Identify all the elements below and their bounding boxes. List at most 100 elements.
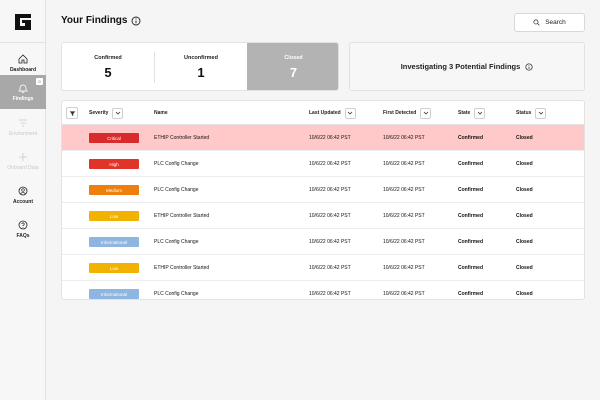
search-label: Search	[545, 19, 566, 26]
cell-name: PLC Config Change	[154, 291, 199, 297]
cell-first-detected: 10/6/22 06:42 PST	[383, 161, 425, 167]
column-label: First Detected	[383, 110, 417, 116]
cell-name: PLC Config Change	[154, 239, 199, 245]
chevron-down-icon	[538, 111, 544, 115]
sidebar-item-label: FAQs	[16, 232, 30, 239]
column-header-status: Status	[516, 101, 547, 125]
search-icon	[533, 19, 540, 26]
cell-first-detected: 10/6/22 06:42 PST	[383, 239, 425, 245]
sidebar-item-faqs[interactable]: FAQs	[0, 212, 46, 246]
page-title: Your Findings	[61, 15, 128, 26]
column-label: Last Updated	[309, 110, 341, 116]
cell-state: Confirmed	[458, 239, 483, 245]
investigating-text: Investigating 3 Potential Findings	[400, 62, 521, 71]
column-header-name: Name	[154, 101, 168, 125]
severity-badge: Informational	[89, 237, 139, 247]
chevron-down-icon	[477, 111, 483, 115]
stat-closed[interactable]: Closed 7	[247, 43, 338, 90]
logo-icon[interactable]	[13, 12, 33, 32]
column-header-severity: Severity	[89, 101, 124, 125]
bell-icon	[18, 84, 28, 93]
cell-last-updated: 10/6/22 06:42 PST	[309, 291, 351, 297]
cell-last-updated: 10/6/22 06:42 PST	[309, 213, 351, 219]
table-row[interactable]: Critical ETHIP Controller Started 10/6/2…	[62, 125, 584, 151]
stat-value: 5	[104, 65, 112, 80]
column-label: Name	[154, 110, 168, 116]
filter-icon	[19, 119, 27, 126]
cell-state: Confirmed	[458, 291, 483, 297]
home-icon	[18, 53, 28, 63]
cell-status: Closed	[516, 187, 533, 193]
cell-name: PLC Config Change	[154, 161, 199, 167]
cell-name: ETHIP Controller Started	[154, 265, 210, 271]
table-row[interactable]: Informational PLC Config Change 10/6/22 …	[62, 229, 584, 255]
cell-first-detected: 10/6/22 06:42 PST	[383, 265, 425, 271]
cell-status: Closed	[516, 161, 533, 167]
sort-button[interactable]	[344, 107, 356, 119]
column-header-first-detected: First Detected	[383, 101, 432, 125]
sidebar-item-account[interactable]: Account	[0, 178, 46, 212]
sidebar-item-onboard-data[interactable]: Onboard Data	[0, 144, 46, 178]
column-header-last-updated: Last Updated	[309, 101, 356, 125]
stat-confirmed[interactable]: Confirmed 5	[62, 43, 154, 90]
stat-label: Unconfirmed	[184, 55, 218, 61]
help-icon	[18, 220, 28, 229]
search-button[interactable]: Search	[514, 13, 585, 32]
table-filter-button[interactable]	[66, 107, 78, 119]
stat-value: 1	[197, 65, 205, 80]
stat-label: Closed	[284, 55, 303, 61]
chevron-down-icon	[115, 111, 121, 115]
filter-icon	[69, 110, 75, 116]
cell-last-updated: 10/6/22 06:42 PST	[309, 239, 351, 245]
cell-status: Closed	[516, 135, 533, 141]
severity-badge: High	[89, 159, 139, 169]
table-row[interactable]: High PLC Config Change 10/6/22 06:42 PST…	[62, 151, 584, 177]
severity-badge: Critical	[89, 133, 139, 143]
table-row[interactable]: Low ETHIP Controller Started 10/6/22 06:…	[62, 203, 584, 229]
cell-first-detected: 10/6/22 06:42 PST	[383, 291, 425, 297]
column-header-state: State	[458, 101, 486, 125]
table-row[interactable]: Informational PLC Config Change 10/6/22 …	[62, 281, 584, 299]
cell-state: Confirmed	[458, 213, 483, 219]
sidebar: Dashboard 0 Findings Environment Onboard…	[0, 0, 46, 400]
info-icon[interactable]	[131, 16, 141, 26]
info-icon[interactable]	[525, 62, 533, 71]
sidebar-item-environment[interactable]: Environment	[0, 110, 46, 144]
cell-last-updated: 10/6/22 06:42 PST	[309, 161, 351, 167]
table-row[interactable]: Low ETHIP Controller Started 10/6/22 06:…	[62, 255, 584, 281]
cell-name: ETHIP Controller Started	[154, 135, 210, 141]
severity-badge: Medium	[89, 185, 139, 195]
cell-state: Confirmed	[458, 265, 483, 271]
cell-status: Closed	[516, 291, 533, 297]
cell-state: Confirmed	[458, 161, 483, 167]
sort-button[interactable]	[420, 107, 432, 119]
sort-button[interactable]	[474, 107, 486, 119]
sidebar-item-label: Account	[13, 198, 33, 205]
cell-state: Confirmed	[458, 187, 483, 193]
severity-badge: Informational	[89, 289, 139, 299]
stat-unconfirmed[interactable]: Unconfirmed 1	[155, 43, 247, 90]
sidebar-item-label: Findings	[12, 95, 34, 102]
cell-last-updated: 10/6/22 06:42 PST	[309, 265, 351, 271]
cell-state: Confirmed	[458, 135, 483, 141]
table-row[interactable]: Medium PLC Config Change 10/6/22 06:42 P…	[62, 177, 584, 203]
chevron-down-icon	[423, 111, 429, 115]
plus-icon	[19, 152, 27, 161]
cell-name: PLC Config Change	[154, 187, 199, 193]
severity-badge: Low	[89, 211, 139, 221]
cell-last-updated: 10/6/22 06:42 PST	[309, 187, 351, 193]
cell-first-detected: 10/6/22 06:42 PST	[383, 187, 425, 193]
investigating-card[interactable]: Investigating 3 Potential Findings	[349, 42, 585, 91]
cell-name: ETHIP Controller Started	[154, 213, 210, 219]
sidebar-item-findings[interactable]: 0 Findings	[0, 75, 46, 109]
cell-first-detected: 10/6/22 06:42 PST	[383, 213, 425, 219]
findings-stats-card: Confirmed 5 Unconfirmed 1 Closed 7	[61, 42, 339, 91]
column-label: Severity	[89, 110, 109, 116]
chevron-down-icon	[347, 111, 353, 115]
sort-button[interactable]	[535, 107, 547, 119]
sort-button[interactable]	[112, 107, 124, 119]
severity-badge: Low	[89, 263, 139, 273]
logo-divider	[0, 42, 46, 43]
sidebar-item-label: Onboard Data	[7, 164, 39, 171]
cell-first-detected: 10/6/22 06:42 PST	[383, 135, 425, 141]
